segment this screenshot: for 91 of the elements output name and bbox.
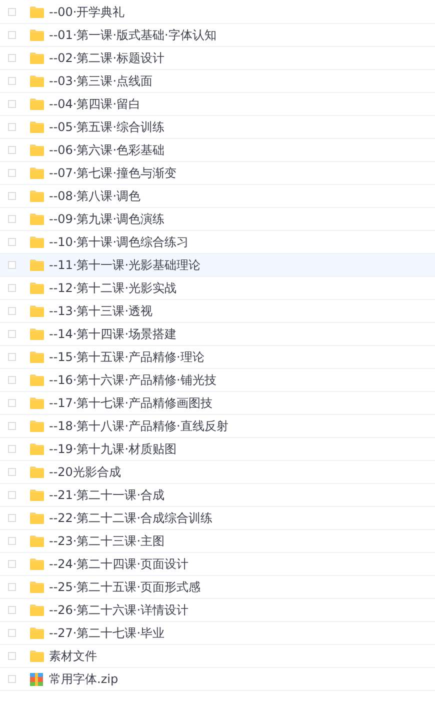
folder-icon <box>30 420 44 432</box>
folder-icon <box>30 650 44 662</box>
folder-icon <box>30 121 44 133</box>
file-name[interactable]: --19·第十九课·材质贴图 <box>49 440 177 458</box>
folder-icon <box>30 581 44 593</box>
checkbox[interactable] <box>8 100 16 108</box>
folder-icon <box>30 282 44 294</box>
folder-icon <box>30 167 44 179</box>
file-name[interactable]: --25·第二十五课·页面形式感 <box>49 578 201 596</box>
checkbox[interactable] <box>8 169 16 177</box>
folder-icon <box>30 144 44 156</box>
folder-icon <box>30 236 44 248</box>
file-name[interactable]: --10·第十课·调色综合练习 <box>49 233 189 251</box>
file-name[interactable]: --16·第十六课·产品精修·铺光技 <box>49 371 216 389</box>
checkbox[interactable] <box>8 399 16 407</box>
file-name[interactable]: --11·第十一课·光影基础理论 <box>49 256 201 274</box>
file-name[interactable]: --01·第一课·版式基础·字体认知 <box>49 26 216 44</box>
folder-icon <box>30 305 44 317</box>
checkbox[interactable] <box>8 514 16 522</box>
folder-icon <box>30 558 44 570</box>
checkbox[interactable] <box>8 238 16 246</box>
checkbox[interactable] <box>8 606 16 614</box>
checkbox[interactable] <box>8 376 16 384</box>
file-name[interactable]: --08·第八课·调色 <box>49 187 141 205</box>
checkbox[interactable] <box>8 353 16 361</box>
checkbox[interactable] <box>8 468 16 476</box>
checkbox[interactable] <box>8 422 16 430</box>
file-name[interactable]: --05·第五课·综合训练 <box>49 118 165 136</box>
file-name[interactable]: --24·第二十四课·页面设计 <box>49 555 189 573</box>
file-name[interactable]: --12·第十二课·光影实战 <box>49 279 177 297</box>
file-name[interactable]: --17·第十七课·产品精修画图技 <box>49 394 213 412</box>
folder-icon <box>30 604 44 616</box>
file-name[interactable]: --00·开学典礼 <box>49 3 125 21</box>
checkbox[interactable] <box>8 445 16 453</box>
folder-icon <box>30 374 44 386</box>
file-name[interactable]: 素材文件 <box>49 647 97 665</box>
checkbox[interactable] <box>8 652 16 660</box>
checkbox[interactable] <box>8 330 16 338</box>
checkbox[interactable] <box>8 583 16 591</box>
checkbox[interactable] <box>8 537 16 545</box>
folder-icon <box>30 328 44 340</box>
checkbox[interactable] <box>8 146 16 154</box>
file-name[interactable]: 常用字体.zip <box>49 670 118 688</box>
checkbox[interactable] <box>8 123 16 131</box>
folder-icon <box>30 397 44 409</box>
checkbox[interactable] <box>8 675 16 683</box>
file-name[interactable]: --21·第二十一课·合成 <box>49 486 165 504</box>
checkbox[interactable] <box>8 192 16 200</box>
checkbox[interactable] <box>8 261 16 269</box>
file-name[interactable]: --03·第三课·点线面 <box>49 72 153 90</box>
folder-icon <box>30 213 44 225</box>
folder-icon <box>30 6 44 18</box>
file-name[interactable]: --20光影合成 <box>49 463 121 481</box>
file-name[interactable]: --09·第九课·调色演练 <box>49 210 165 228</box>
folder-icon <box>30 190 44 202</box>
folder-icon <box>30 259 44 271</box>
folder-icon <box>30 535 44 547</box>
file-name[interactable]: --13·第十三课·透视 <box>49 302 153 320</box>
folder-icon <box>30 351 44 363</box>
checkbox[interactable] <box>8 31 16 39</box>
file-name[interactable]: --07·第七课·撞色与渐变 <box>49 164 177 182</box>
file-row[interactable]: --11·第十一课·光影基础理论 <box>0 254 435 277</box>
folder-icon <box>30 489 44 501</box>
checkbox[interactable] <box>8 284 16 292</box>
archive-icon <box>30 672 43 686</box>
checkbox[interactable] <box>8 77 16 85</box>
file-name[interactable]: --02·第二课·标题设计 <box>49 49 165 67</box>
file-name[interactable]: --23·第二十三课·主图 <box>49 532 165 550</box>
checkbox[interactable] <box>8 307 16 315</box>
checkbox[interactable] <box>8 215 16 223</box>
folder-icon <box>30 627 44 639</box>
file-name[interactable]: --26·第二十六课·详情设计 <box>49 601 189 619</box>
checkbox[interactable] <box>8 491 16 499</box>
folder-icon <box>30 98 44 110</box>
folder-icon <box>30 512 44 524</box>
file-name[interactable]: --15·第十五课·产品精修·理论 <box>49 348 204 366</box>
checkbox[interactable] <box>8 54 16 62</box>
file-name[interactable]: --22·第二十二课·合成综合训练 <box>49 509 213 527</box>
file-name[interactable]: --18·第十八课·产品精修·直线反射 <box>49 417 228 435</box>
file-name[interactable]: --27·第二十七课·毕业 <box>49 624 165 642</box>
checkbox[interactable] <box>8 560 16 568</box>
folder-icon <box>30 52 44 64</box>
folder-icon <box>30 75 44 87</box>
folder-icon <box>30 29 44 41</box>
file-name[interactable]: --06·第六课·色彩基础 <box>49 141 165 159</box>
checkbox[interactable] <box>8 629 16 637</box>
checkbox[interactable] <box>8 8 16 16</box>
folder-icon <box>30 466 44 478</box>
file-name[interactable]: --04·第四课·留白 <box>49 95 141 113</box>
folder-icon <box>30 443 44 455</box>
file-name[interactable]: --14·第十四课·场景搭建 <box>49 325 177 343</box>
